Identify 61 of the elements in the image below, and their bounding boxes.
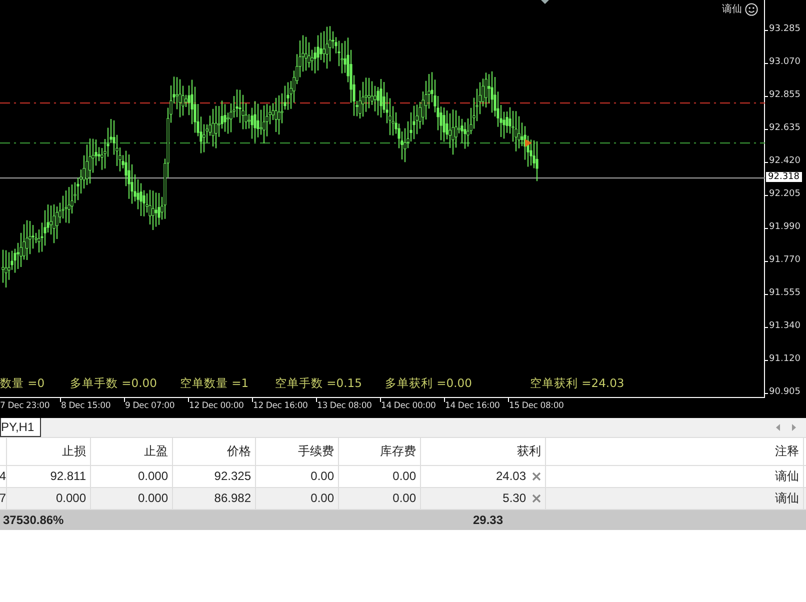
price-label: 91.770	[769, 255, 800, 265]
column-header[interactable]: 手续费	[256, 438, 339, 465]
price-label: 91.340	[769, 321, 800, 331]
table-cell-text: 24.03	[496, 468, 526, 485]
info-text: 多单获利 =0.00	[385, 376, 472, 391]
table-cell: 92.811	[7, 466, 91, 487]
price-label: 92.420	[769, 156, 800, 166]
time-label: 13 Dec 08:00	[317, 401, 372, 411]
column-header[interactable]: 库存费	[339, 438, 421, 465]
column-header[interactable]: 止损	[7, 438, 91, 465]
close-icon[interactable]	[532, 494, 541, 503]
current-price-label: 92.318	[766, 172, 802, 182]
balance-text: 37530.86%	[2, 513, 65, 527]
order-arrow-icon	[525, 139, 532, 147]
info-text: 数量 =0	[0, 376, 45, 391]
table-cell: 7	[0, 488, 7, 509]
time-label: 15 Dec 08:00	[509, 401, 564, 411]
price-label: 92.855	[769, 90, 800, 100]
column-header[interactable]: 价格	[173, 438, 256, 465]
price-label: 93.070	[769, 57, 800, 67]
table-cell: 0.00	[256, 466, 339, 487]
table-cell: 0.000	[7, 488, 91, 509]
table-cell: 86.982	[173, 488, 256, 509]
total-profit-text: 29.33	[473, 513, 504, 527]
table-cell: 4	[0, 466, 7, 487]
time-label: 8 Dec 15:00	[61, 401, 111, 411]
info-text: 空单数量 =1	[180, 376, 249, 391]
info-text: 空单获利 =24.03	[530, 376, 624, 391]
table-cell: 92.325	[173, 466, 256, 487]
scroll-left-icon[interactable]	[774, 423, 782, 432]
price-label: 92.205	[769, 189, 800, 199]
table-cell: 0.00	[339, 466, 421, 487]
table-cell-text: 5.30	[502, 490, 526, 507]
time-label: 12 Dec 00:00	[189, 401, 244, 411]
column-header[interactable]: 获利	[421, 438, 546, 465]
price-label: 92.635	[769, 123, 800, 133]
price-label: 90.905	[769, 387, 800, 397]
time-label: 12 Dec 16:00	[253, 401, 308, 411]
price-label: 91.990	[769, 222, 800, 232]
column-header[interactable]: 止盈	[91, 438, 173, 465]
scroll-right-icon[interactable]	[790, 423, 798, 432]
time-label: 14 Dec 16:00	[445, 401, 500, 411]
account-label: 谪仙	[722, 2, 742, 16]
chart-tab[interactable]: PY,H1	[0, 418, 42, 437]
info-text: 多单手数 =0.00	[70, 376, 157, 391]
column-header[interactable]: 注释	[546, 438, 804, 465]
price-label: 91.555	[769, 288, 800, 298]
table-cell: 0.00	[339, 488, 421, 509]
table-cell: 谪仙	[546, 466, 804, 487]
smiley-icon	[745, 2, 758, 16]
table-cell: 0.00	[256, 488, 339, 509]
price-label: 93.285	[769, 24, 800, 34]
time-label: 9 Dec 07:00	[125, 401, 175, 411]
info-text: 空单手数 =0.15	[275, 376, 362, 391]
table-cell: 0.000	[91, 488, 173, 509]
table-cell: 0.000	[91, 466, 173, 487]
time-label: 7 Dec 23:00	[0, 401, 50, 411]
close-icon[interactable]	[532, 472, 541, 481]
table-cell: 谪仙	[546, 488, 804, 509]
time-label: 14 Dec 00:00	[381, 401, 436, 411]
price-label: 91.120	[769, 354, 800, 364]
